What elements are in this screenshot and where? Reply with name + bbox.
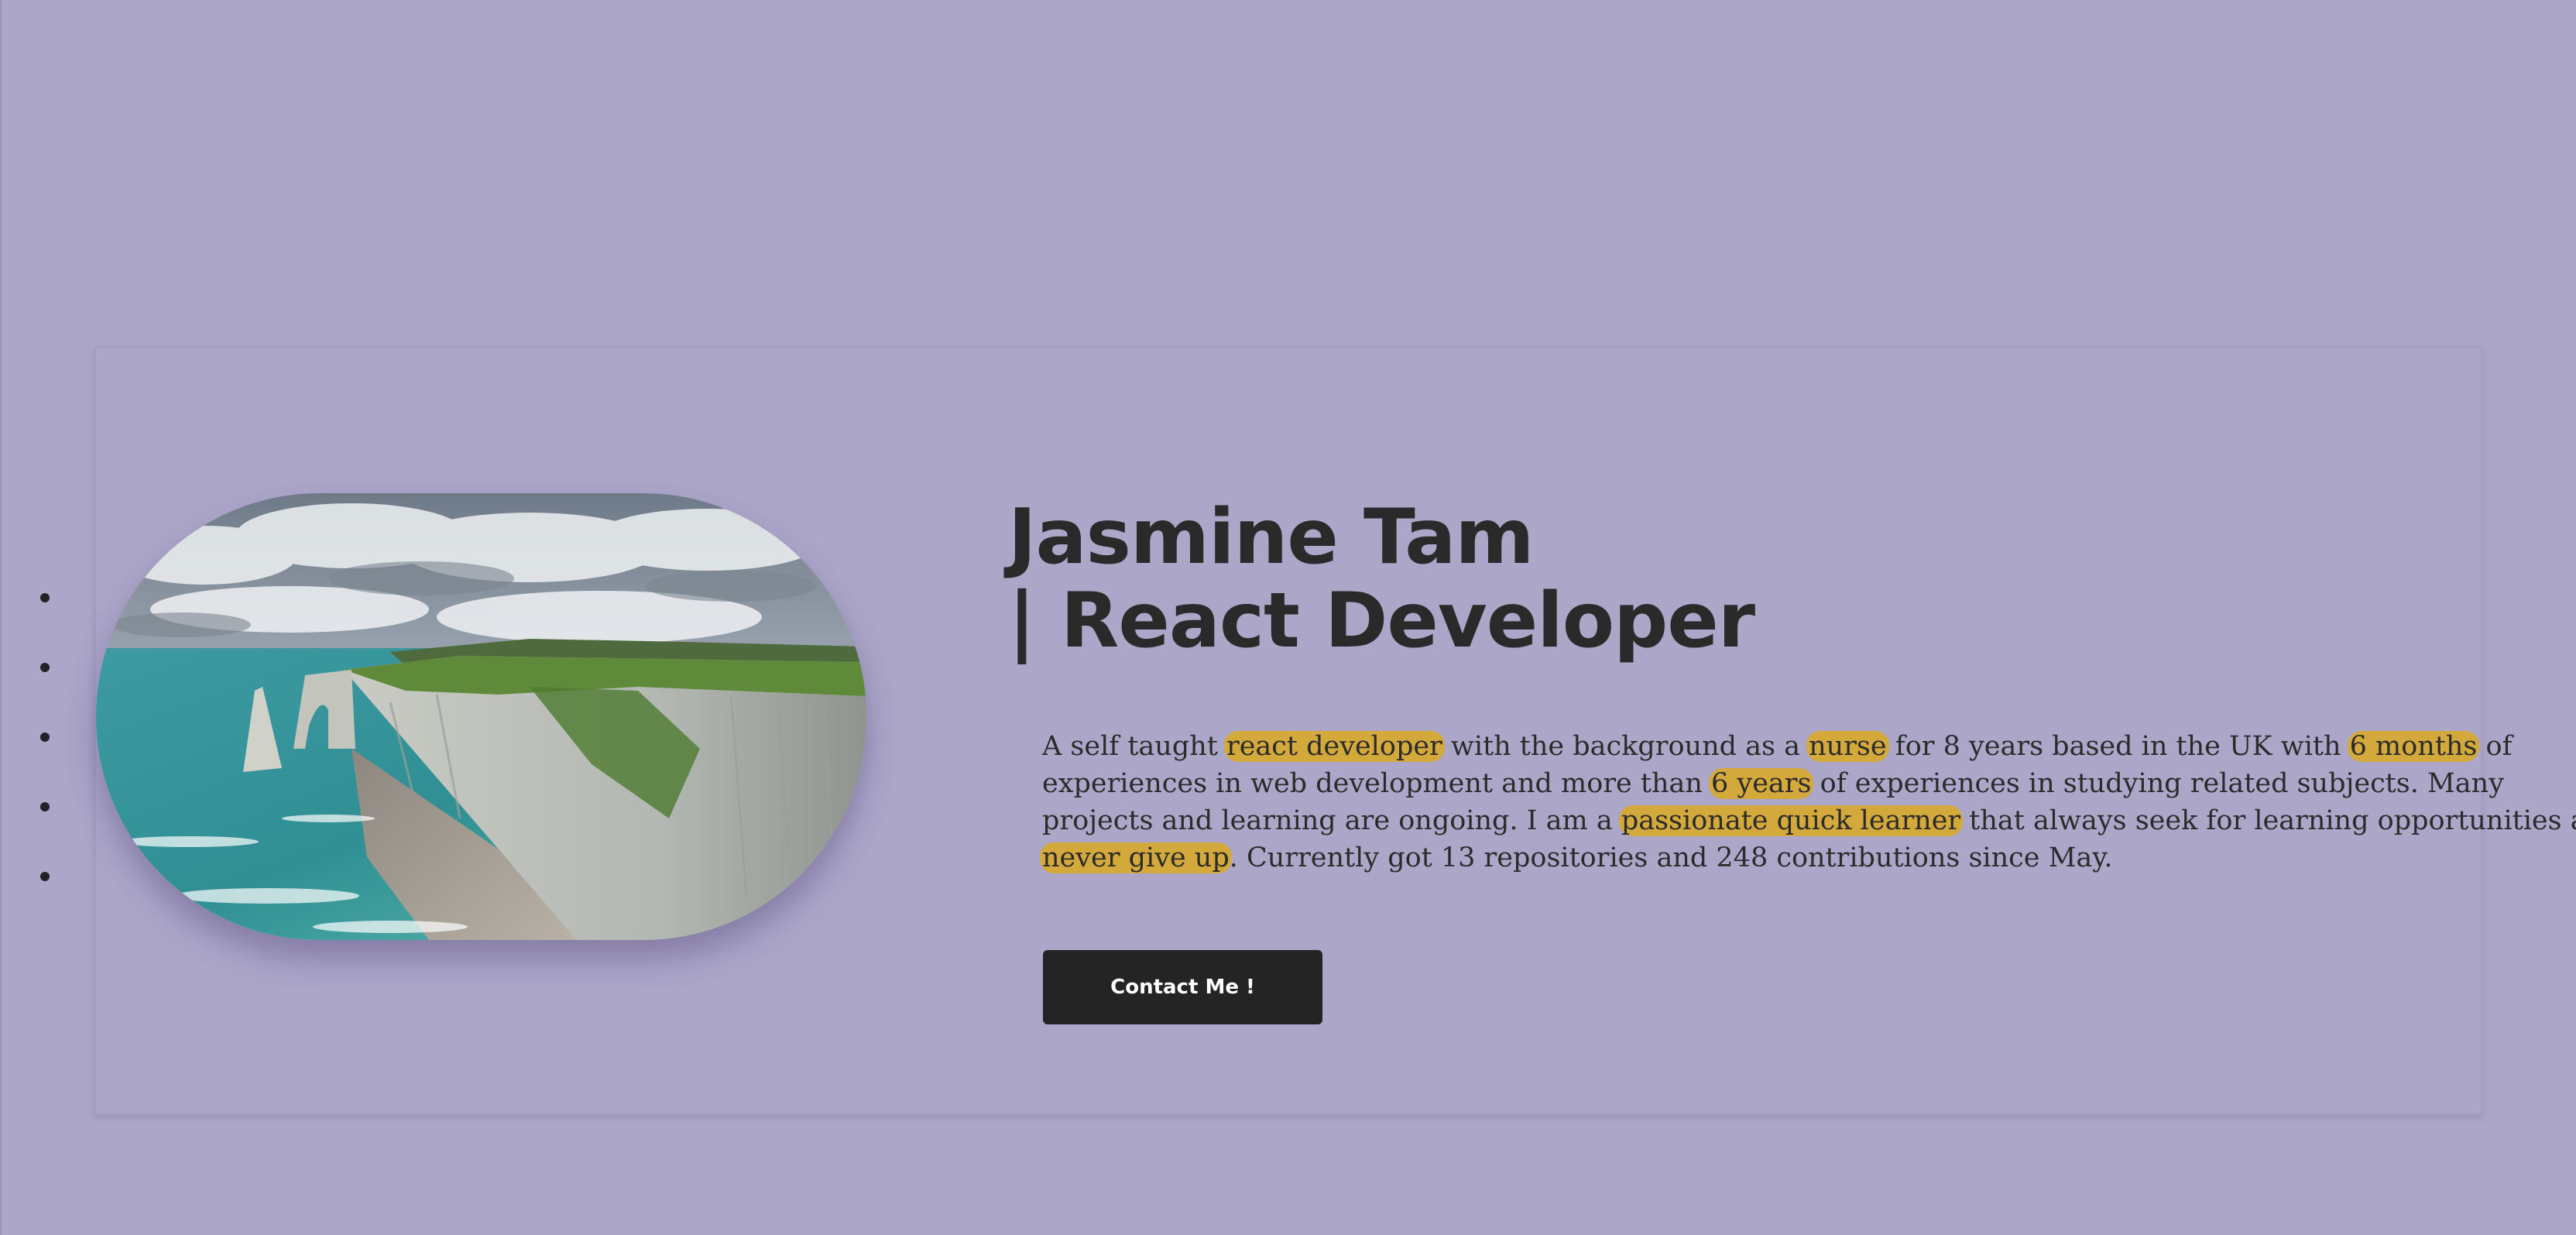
bio-text: projects and learning are ongoing. I am … [1042,805,1621,836]
bio-line: never give up. Currently got 13 reposito… [1040,839,2475,877]
bio-highlight: never give up [1040,842,1232,873]
bio-text: of [2477,731,2513,762]
side-nav-dot[interactable] [40,593,50,602]
bio-text: experiences in web development and more … [1042,768,1712,799]
side-nav-dot[interactable] [40,872,50,881]
side-nav-dot[interactable] [40,732,50,742]
title-role: | React Developer [1008,577,1755,665]
side-nav-dot[interactable] [40,802,50,811]
title-name: Jasmine Tam [1008,493,1534,581]
bio-text: A self taught [1042,731,1226,762]
bio-highlight: react developer [1223,731,1445,762]
bio-highlight: 6 months [2347,731,2480,762]
bio-text: with the background as a [1442,731,1809,762]
bio-highlight: passionate quick learner [1618,805,1964,836]
landscape-photo-icon [96,493,866,940]
bio-line: experiences in web development and more … [1042,765,2504,802]
bio-highlight: 6 years [1709,768,1814,799]
page-title: Jasmine Tam | React Developer [1008,493,1755,665]
bio-text: that always seek for learning opportunit… [1960,805,2576,836]
contact-me-button[interactable]: Contact Me ! [1043,950,1322,1024]
bio-line: A self taught react developer with the b… [1042,728,2513,765]
page-left-border [0,0,2,1235]
bio-text: of experiences in studying related subje… [1811,768,2504,799]
hero-card: Jasmine Tam | React Developer A self tau… [94,347,2576,1115]
bio-line: projects and learning are ongoing. I am … [1042,802,2576,839]
bio-text: for 8 years based in the UK with [1886,731,2350,762]
side-nav-dot[interactable] [40,663,50,672]
bio-paragraph: A self taught react developer with the b… [1040,728,2576,877]
bio-text: . Currently got 13 repositories and 248 … [1229,842,2113,873]
side-nav-dots [40,593,50,942]
bio-highlight: nurse [1806,731,1889,762]
